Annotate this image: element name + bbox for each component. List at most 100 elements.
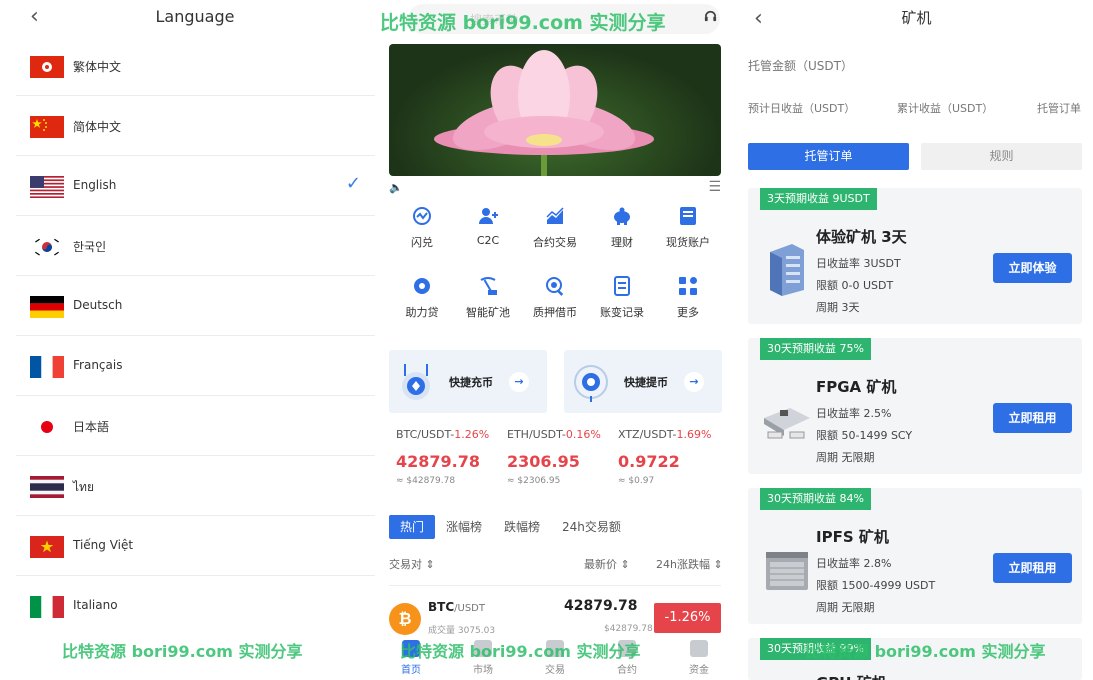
- quick-withdraw-label: 快捷提币: [624, 376, 668, 389]
- ticker-xtz[interactable]: XTZ/USDT-1.69% 0.9722 ≈ $0.97: [618, 428, 728, 486]
- tabbar-trade[interactable]: 交易: [535, 640, 575, 676]
- tabbar-funds[interactable]: 资金: [679, 640, 719, 676]
- banner-image[interactable]: [389, 44, 721, 176]
- expected-return-badge: 30天预期收益 75%: [760, 338, 871, 360]
- quick-item-label: 闪兑: [411, 236, 433, 249]
- headset-icon[interactable]: [703, 8, 718, 23]
- row-price: 42879.78: [564, 598, 638, 614]
- quick-item-label: C2C: [476, 234, 500, 247]
- language-label: ไทย: [73, 480, 94, 494]
- ticker-btc[interactable]: BTC/USDT-1.26% 42879.78 ≈ $42879.78: [396, 428, 506, 486]
- language-label: Deutsch: [73, 298, 123, 312]
- quick-deposit-label: 快捷充币: [449, 376, 493, 389]
- quick-item-pledge[interactable]: 质押借币: [521, 276, 589, 326]
- miner-card: 30天预期收益 99% GPU 矿机: [748, 638, 1082, 680]
- quick-item-more[interactable]: 更多: [654, 276, 722, 326]
- language-item-zh-cn[interactable]: 简体中文: [16, 96, 375, 156]
- limit: 限额 1500-4999 USDT: [816, 579, 936, 592]
- ticker-pair: XTZ/USDT-1.69%: [618, 428, 712, 441]
- list-icon[interactable]: ☰: [708, 179, 721, 195]
- quick-item-records[interactable]: 账变记录: [588, 276, 656, 326]
- tab-gainers[interactable]: 涨幅榜: [446, 515, 482, 539]
- miner-card: 30天预期收益 84% IPFS 矿机 日收益率 2.8% 限额 1500-49…: [748, 488, 1082, 624]
- rent-now-button[interactable]: 立即租用: [993, 553, 1072, 583]
- miner-name: IPFS 矿机: [816, 528, 889, 546]
- record-icon: [614, 276, 630, 296]
- search-input[interactable]: 搜索币种: [408, 4, 720, 34]
- language-item-de[interactable]: Deutsch: [16, 276, 375, 336]
- arrow-right-icon[interactable]: →: [684, 372, 704, 392]
- ticker-price: 0.9722: [618, 452, 680, 471]
- pledge-icon: [546, 277, 564, 296]
- tab-volume[interactable]: 24h交易额: [562, 515, 621, 539]
- home-panel: 搜索币种 🔈 ☰ 闪兑 C2C 合约交易 理财 现货账户 助力贷 智能矿池 质押…: [378, 0, 734, 680]
- quick-withdraw-card[interactable]: 快捷提币 →: [564, 350, 722, 413]
- speaker-icon: 🔈: [389, 181, 403, 194]
- miner-card: 3天预期收益 9USDT 体验矿机 3天 日收益率 3USDT 限额 0-0 U…: [748, 188, 1082, 324]
- bottom-tabbar: 首页 市场 交易 合约 资金: [378, 636, 734, 680]
- language-label: 日本語: [73, 420, 110, 434]
- quick-item-flash-exchange[interactable]: 闪兑: [388, 206, 456, 256]
- contract-icon: [618, 640, 636, 657]
- divider: [389, 585, 721, 586]
- quick-item-label: 更多: [677, 306, 699, 319]
- ticker-cny: ≈ $2306.95: [507, 476, 561, 486]
- vietnam-flag-icon: [30, 536, 64, 558]
- row-symbol: BTC/USDT: [428, 600, 485, 614]
- language-item-vi[interactable]: Tiếng Việt: [16, 516, 375, 576]
- language-panel: ‹ Language 繁体中文 简体中文 English ✓ 한국인 Deuts…: [0, 0, 378, 680]
- language-header: ‹ Language: [0, 0, 378, 36]
- arrow-right-icon[interactable]: →: [509, 372, 529, 392]
- language-item-it[interactable]: Italiano: [16, 576, 375, 636]
- tabbar-market[interactable]: 市场: [463, 640, 503, 676]
- market-tabs: 热门 涨幅榜 跌幅榜 24h交易额: [389, 515, 734, 539]
- column-change[interactable]: 24h涨跌幅 ⇕: [656, 556, 723, 572]
- notice-bar[interactable]: 🔈 ☰: [389, 179, 721, 195]
- tabbar-home[interactable]: 首页: [391, 640, 431, 676]
- wallet-icon: [690, 640, 708, 657]
- language-label: 简体中文: [73, 120, 122, 134]
- loan-icon: [414, 278, 430, 294]
- language-item-th[interactable]: ไทย: [16, 456, 375, 516]
- expected-return-badge: 3天预期收益 9USDT: [760, 188, 877, 210]
- custody-orders-label: 托管订单: [1037, 102, 1081, 115]
- quick-item-label: 智能矿池: [466, 306, 510, 319]
- miner-card: 30天预期收益 75% FPGA 矿机 日收益率 2.5% 限额 50-1499…: [748, 338, 1082, 474]
- ticker-cny: ≈ $42879.78: [396, 476, 456, 486]
- china-flag-icon: [30, 116, 64, 138]
- flash-exchange-icon: [413, 207, 431, 225]
- language-item-ja[interactable]: 日本語: [16, 396, 375, 456]
- quick-item-mining-pool[interactable]: 智能矿池: [454, 276, 522, 326]
- trade-icon: [546, 640, 564, 657]
- quick-deposit-card[interactable]: 快捷充币 →: [389, 350, 547, 413]
- tabbar-contract[interactable]: 合约: [607, 640, 647, 676]
- japan-flag-icon: [30, 416, 64, 438]
- column-pair[interactable]: 交易对 ⇕: [389, 556, 435, 572]
- check-icon: ✓: [345, 173, 361, 194]
- germany-flag-icon: [30, 296, 64, 318]
- tab-rules[interactable]: 规则: [921, 143, 1082, 170]
- period: 周期 无限期: [816, 601, 875, 614]
- page-title: Language: [155, 7, 235, 26]
- language-label: 繁体中文: [73, 60, 122, 74]
- tab-custody-orders[interactable]: 托管订单: [748, 143, 909, 170]
- language-label: Tiếng Việt: [73, 538, 134, 552]
- ticker-eth[interactable]: ETH/USDT-0.16% 2306.95 ≈ $2306.95: [507, 428, 617, 486]
- column-price[interactable]: 最新价 ⇕: [584, 556, 630, 572]
- row-change-badge: -1.26%: [654, 603, 721, 633]
- tab-hot[interactable]: 热门: [389, 515, 436, 539]
- withdraw-coin-icon: [574, 365, 608, 402]
- quick-item-finance[interactable]: 理财: [588, 206, 656, 256]
- tab-losers[interactable]: 跌幅榜: [504, 515, 540, 539]
- quick-item-spot-account[interactable]: 现货账户: [654, 206, 722, 256]
- try-now-button[interactable]: 立即体验: [993, 253, 1072, 283]
- quick-item-contract[interactable]: 合约交易: [521, 206, 589, 256]
- rent-now-button[interactable]: 立即租用: [993, 403, 1072, 433]
- quick-item-loan[interactable]: 助力贷: [388, 276, 456, 326]
- language-item-ko[interactable]: 한국인: [16, 216, 375, 276]
- language-item-en[interactable]: English ✓: [16, 156, 375, 216]
- language-item-fr[interactable]: Français: [16, 336, 375, 396]
- est-daily-label: 预计日收益（USDT）: [748, 102, 856, 115]
- quick-item-c2c[interactable]: C2C: [454, 206, 522, 256]
- language-item-zh-tw[interactable]: 繁体中文: [16, 36, 375, 96]
